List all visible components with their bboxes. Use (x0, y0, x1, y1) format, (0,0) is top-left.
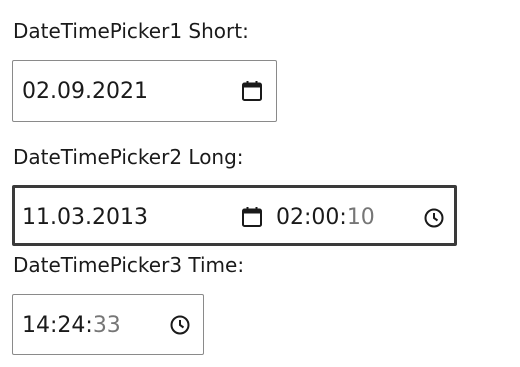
long-time-hours-minutes[interactable]: 02:00: (276, 205, 347, 230)
time-value[interactable]: 14:24:33 (22, 313, 121, 339)
picker3-label: DateTimePicker3 Time: (13, 253, 245, 277)
time-picker[interactable]: 14:24:33 (12, 294, 204, 355)
picker1-label: DateTimePicker1 Short: (13, 19, 249, 43)
short-date-value[interactable]: 02.09.2021 (22, 79, 148, 105)
time-hours-minutes[interactable]: 14:24: (22, 313, 93, 338)
long-time-value[interactable]: 02:00:10 (276, 205, 375, 231)
calendar-icon[interactable] (240, 205, 264, 229)
clock-icon[interactable] (168, 313, 192, 337)
clock-icon[interactable] (422, 206, 446, 230)
long-datetime-picker[interactable]: 11.03.2013 02:00:10 (12, 185, 457, 246)
short-date-picker[interactable]: 02.09.2021 (12, 60, 277, 122)
picker2-label: DateTimePicker2 Long: (13, 145, 244, 169)
long-date-value[interactable]: 11.03.2013 (22, 205, 148, 231)
time-seconds[interactable]: 33 (93, 313, 121, 338)
long-time-seconds[interactable]: 10 (347, 205, 375, 230)
calendar-icon[interactable] (240, 79, 264, 103)
